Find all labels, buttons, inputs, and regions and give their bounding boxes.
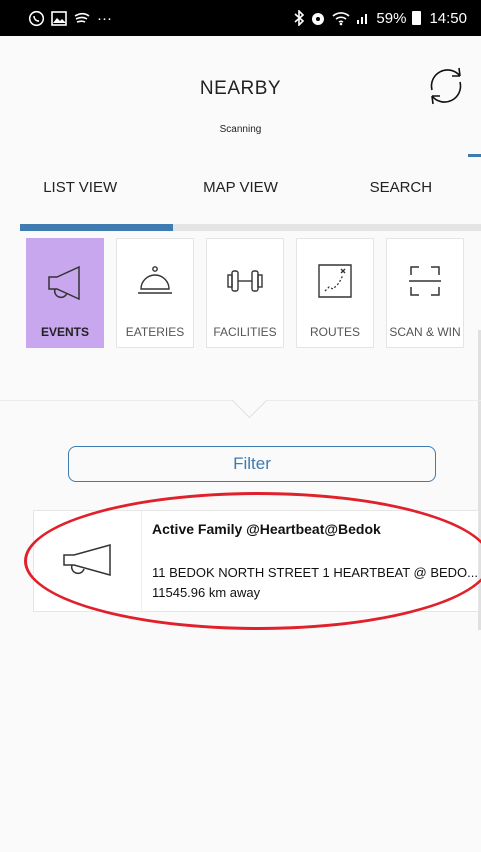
app-screen: ··· 59% 14:50 NEARBY Scanning LIST VIEW … xyxy=(0,0,481,852)
battery-icon xyxy=(412,11,422,25)
refresh-indicator xyxy=(468,154,481,157)
scan-icon xyxy=(387,251,463,311)
status-bar: ··· 59% 14:50 xyxy=(0,0,481,36)
status-left: ··· xyxy=(28,10,112,27)
header: NEARBY Scanning xyxy=(0,36,481,157)
megaphone-icon xyxy=(60,539,116,584)
category-label: SCAN & WIN xyxy=(389,325,461,339)
scan-status: Scanning xyxy=(219,124,262,135)
map-icon xyxy=(297,251,373,311)
category-scan-win[interactable]: SCAN & WIN xyxy=(386,238,464,348)
megaphone-icon xyxy=(27,251,103,311)
view-tabs: LIST VIEW MAP VIEW SEARCH xyxy=(0,168,481,208)
more-icon: ··· xyxy=(97,9,112,27)
alarm-icon xyxy=(310,10,326,26)
tab-map-view[interactable]: MAP VIEW xyxy=(160,168,320,208)
gallery-icon xyxy=(51,10,67,26)
category-routes[interactable]: ROUTES xyxy=(296,238,374,348)
list-item-address: 11 BEDOK NORTH STREET 1 HEARTBEAT @ BEDO… xyxy=(152,565,479,580)
list-item-title: Active Family @Heartbeat@Bedok xyxy=(152,521,381,537)
category-facilities[interactable]: FACILITIES xyxy=(206,238,284,348)
tab-search[interactable]: SEARCH xyxy=(321,168,481,208)
bluetooth-icon xyxy=(294,10,305,26)
category-events[interactable]: EVENTS xyxy=(26,238,104,348)
refresh-button[interactable] xyxy=(418,58,474,118)
cloche-icon xyxy=(117,251,193,311)
wifi-icon xyxy=(332,11,350,26)
category-bar: EVENTS EATERIES FACILITIES ROUTES SCAN &… xyxy=(0,238,481,348)
category-label: EATERIES xyxy=(125,325,185,339)
clock: 14:50 xyxy=(429,9,467,27)
spotify-icon xyxy=(73,10,91,26)
filter-button[interactable]: Filter xyxy=(68,446,436,482)
battery-percent: 59% xyxy=(376,9,407,27)
tab-indicator-active xyxy=(20,224,173,231)
category-label: FACILITIES xyxy=(213,325,277,339)
category-eateries[interactable]: EATERIES xyxy=(116,238,194,348)
signal-icon xyxy=(356,11,370,25)
list-item-thumb xyxy=(34,511,142,611)
dumbbell-icon xyxy=(207,251,283,311)
list-item-distance: 11545.96 km away xyxy=(152,585,261,600)
list-item[interactable]: Active Family @Heartbeat@Bedok 11 BEDOK … xyxy=(33,510,479,612)
refresh-icon xyxy=(422,64,470,113)
category-label: EVENTS xyxy=(40,325,89,339)
whatsapp-icon xyxy=(28,10,45,27)
category-label: ROUTES xyxy=(309,325,360,339)
status-right: 59% 14:50 xyxy=(294,10,467,27)
tab-list-view[interactable]: LIST VIEW xyxy=(0,168,160,208)
page-title: NEARBY xyxy=(199,78,282,99)
section-notch xyxy=(231,382,268,419)
